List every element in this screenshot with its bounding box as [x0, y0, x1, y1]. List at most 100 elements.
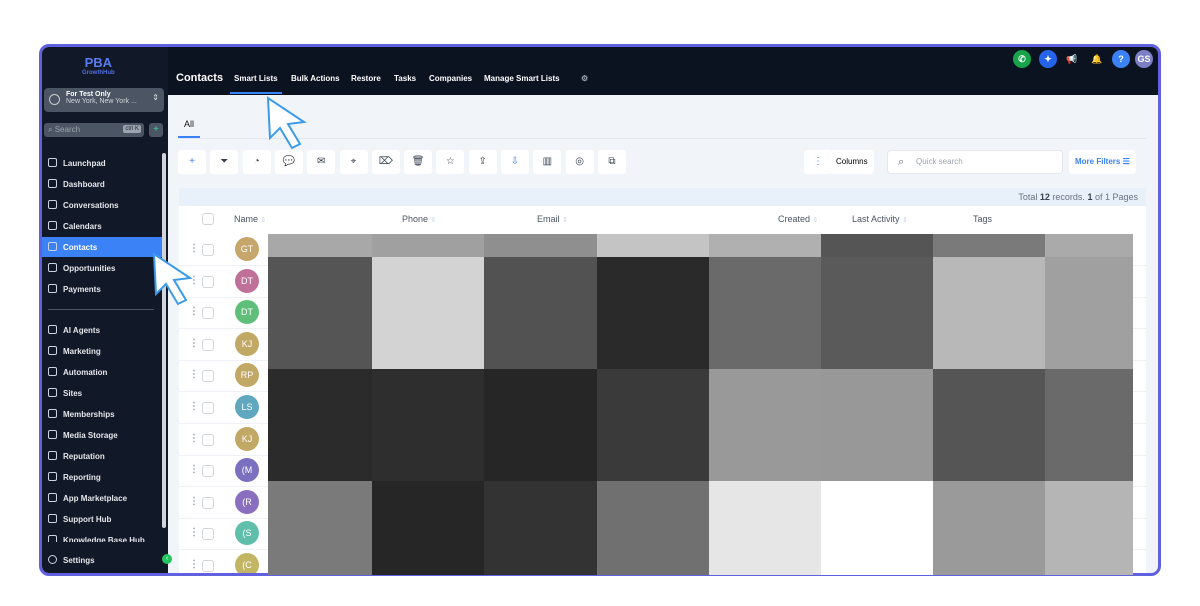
column-header-created[interactable]: Created ⇕: [778, 214, 818, 224]
support-hub-icon: [48, 514, 57, 523]
phone-icon[interactable]: ✆: [1013, 50, 1031, 68]
sidebar-item-sites[interactable]: Sites: [42, 383, 168, 403]
more-filters-label: More Filters: [1075, 157, 1121, 166]
account-switcher[interactable]: For Test Only New York, New York ... ⇕: [44, 88, 164, 112]
row-checkbox[interactable]: [202, 465, 214, 478]
drag-handle-icon[interactable]: ⋮: [189, 527, 199, 538]
email-icon[interactable]: ✉: [307, 150, 336, 174]
megaphone-icon[interactable]: 📢: [1063, 50, 1081, 68]
sidebar-item-label: Conversations: [63, 201, 119, 210]
export-icon[interactable]: ⇩: [501, 150, 529, 174]
import-icon[interactable]: ⇪: [468, 150, 497, 174]
quick-search-input[interactable]: Quick search: [887, 150, 1063, 174]
redacted-cell: [268, 257, 372, 369]
redacted-cell: [709, 481, 821, 575]
merge-icon[interactable]: ⧉: [597, 150, 626, 174]
contact-avatar: GT: [235, 237, 259, 261]
more-filters-button[interactable]: More Filters ☰: [1069, 150, 1136, 174]
drag-handle-icon[interactable]: ⋮: [189, 401, 199, 412]
sidebar-item-calendars[interactable]: Calendars: [42, 216, 168, 236]
sidebar-scrollbar[interactable]: [162, 153, 166, 528]
whatsapp-icon[interactable]: ◎: [565, 150, 594, 174]
row-checkbox[interactable]: [202, 496, 214, 509]
drag-handle-icon[interactable]: ⋮: [189, 496, 199, 507]
collapse-sidebar-button[interactable]: ‹: [162, 554, 172, 564]
drag-handle-icon[interactable]: ⋮: [189, 338, 199, 349]
sidebar-item-automation[interactable]: Automation: [42, 362, 168, 382]
redacted-cell: [821, 257, 933, 369]
select-all-checkbox[interactable]: [202, 213, 214, 225]
tab-smart-lists[interactable]: Smart Lists: [234, 74, 278, 83]
sidebar-item-label: Opportunities: [63, 264, 116, 273]
sidebar-item-contacts[interactable]: Contacts: [42, 237, 162, 257]
review-icon[interactable]: ☆: [436, 150, 465, 174]
more-options-button[interactable]: ⋮: [804, 150, 832, 174]
settings-gear-icon[interactable]: ⚙: [581, 74, 588, 83]
sidebar-item-reputation[interactable]: Reputation: [42, 446, 168, 466]
drag-handle-icon[interactable]: ⋮: [189, 464, 199, 475]
chevron-updown-icon: ⇕: [152, 93, 159, 102]
sidebar-item-label: Launchpad: [63, 159, 106, 168]
add-contact-icon[interactable]: +: [178, 150, 206, 174]
ai-sparkle-icon[interactable]: ✦: [1039, 50, 1057, 68]
row-checkbox[interactable]: [202, 528, 214, 541]
drag-handle-icon[interactable]: ⋮: [189, 433, 199, 444]
column-header-email[interactable]: Email ⇕: [537, 214, 568, 224]
pipeline-icon[interactable]: ◔: [242, 150, 271, 174]
sidebar-item-conversations[interactable]: Conversations: [42, 195, 168, 215]
sidebar-item-media-storage[interactable]: Media Storage: [42, 425, 168, 445]
tab-companies[interactable]: Companies: [429, 74, 472, 83]
row-checkbox[interactable]: [202, 433, 214, 446]
columns-button[interactable]: Columns: [830, 150, 874, 174]
sidebar-item-ai-agents[interactable]: AI Agents: [42, 320, 168, 340]
payments-icon: [48, 284, 57, 293]
bell-icon[interactable]: 🔔: [1088, 50, 1106, 68]
sidebar-item-reporting[interactable]: Reporting: [42, 467, 168, 487]
row-checkbox[interactable]: [202, 560, 214, 572]
sidebar-item-app-marketplace[interactable]: App Marketplace: [42, 488, 168, 508]
row-checkbox[interactable]: [202, 338, 214, 351]
filter-icon[interactable]: ⏷: [210, 150, 239, 174]
tab-manage-smart-lists[interactable]: Manage Smart Lists: [484, 74, 560, 83]
marketing-icon: [48, 346, 57, 355]
sidebar-item-launchpad[interactable]: Launchpad: [42, 153, 168, 173]
avatar[interactable]: GS: [1135, 50, 1153, 68]
sort-icon: ⇕: [562, 217, 568, 224]
sidebar-item-settings[interactable]: Settings: [42, 550, 168, 570]
add-tag-icon[interactable]: ⌖: [339, 150, 368, 174]
column-header-phone[interactable]: Phone ⇕: [402, 214, 436, 224]
redacted-cell: [484, 257, 597, 369]
remove-tag-icon[interactable]: ⌦: [371, 150, 400, 174]
drag-handle-icon[interactable]: ⋮: [189, 559, 199, 570]
cursor-arrow-icon: [152, 252, 193, 306]
column-header-name[interactable]: Name ⇕: [234, 214, 266, 224]
redacted-cell: [821, 481, 933, 575]
sidebar-item-dashboard[interactable]: Dashboard: [42, 174, 168, 194]
gear-icon: [48, 555, 57, 564]
row-checkbox[interactable]: [202, 370, 214, 383]
tab-bulk-actions[interactable]: Bulk Actions: [291, 74, 340, 83]
contact-avatar: (M: [235, 458, 259, 483]
row-checkbox[interactable]: [202, 402, 214, 414]
sidebar-item-support-hub[interactable]: Support Hub: [42, 509, 168, 529]
quick-add-button[interactable]: +: [149, 123, 163, 137]
sidebar-search[interactable]: ⌕ Search ctrl K: [44, 123, 144, 137]
location-icon: [49, 94, 60, 105]
sidebar-item-label: Calendars: [63, 222, 102, 231]
sidebar-item-memberships[interactable]: Memberships: [42, 404, 168, 424]
drag-handle-icon[interactable]: ⋮: [189, 369, 199, 380]
help-icon[interactable]: ?: [1112, 50, 1130, 68]
redacted-cell: [1045, 369, 1133, 481]
company-icon[interactable]: ▥: [533, 150, 562, 174]
sms-icon[interactable]: 💬: [274, 150, 303, 174]
tab-all[interactable]: All: [184, 119, 194, 129]
tab-restore[interactable]: Restore: [351, 74, 381, 83]
reporting-icon: [48, 472, 57, 481]
sidebar-item-marketing[interactable]: Marketing: [42, 341, 168, 361]
column-header-tags[interactable]: Tags: [973, 214, 992, 224]
tab-tasks[interactable]: Tasks: [394, 74, 416, 83]
sidebar-item-knowledge-base-hub[interactable]: Knowledge Base Hub: [42, 530, 168, 542]
delete-icon[interactable]: 🗑: [404, 150, 433, 174]
column-header-last-activity[interactable]: Last Activity ⇕: [852, 214, 908, 224]
row-checkbox[interactable]: [202, 307, 214, 320]
